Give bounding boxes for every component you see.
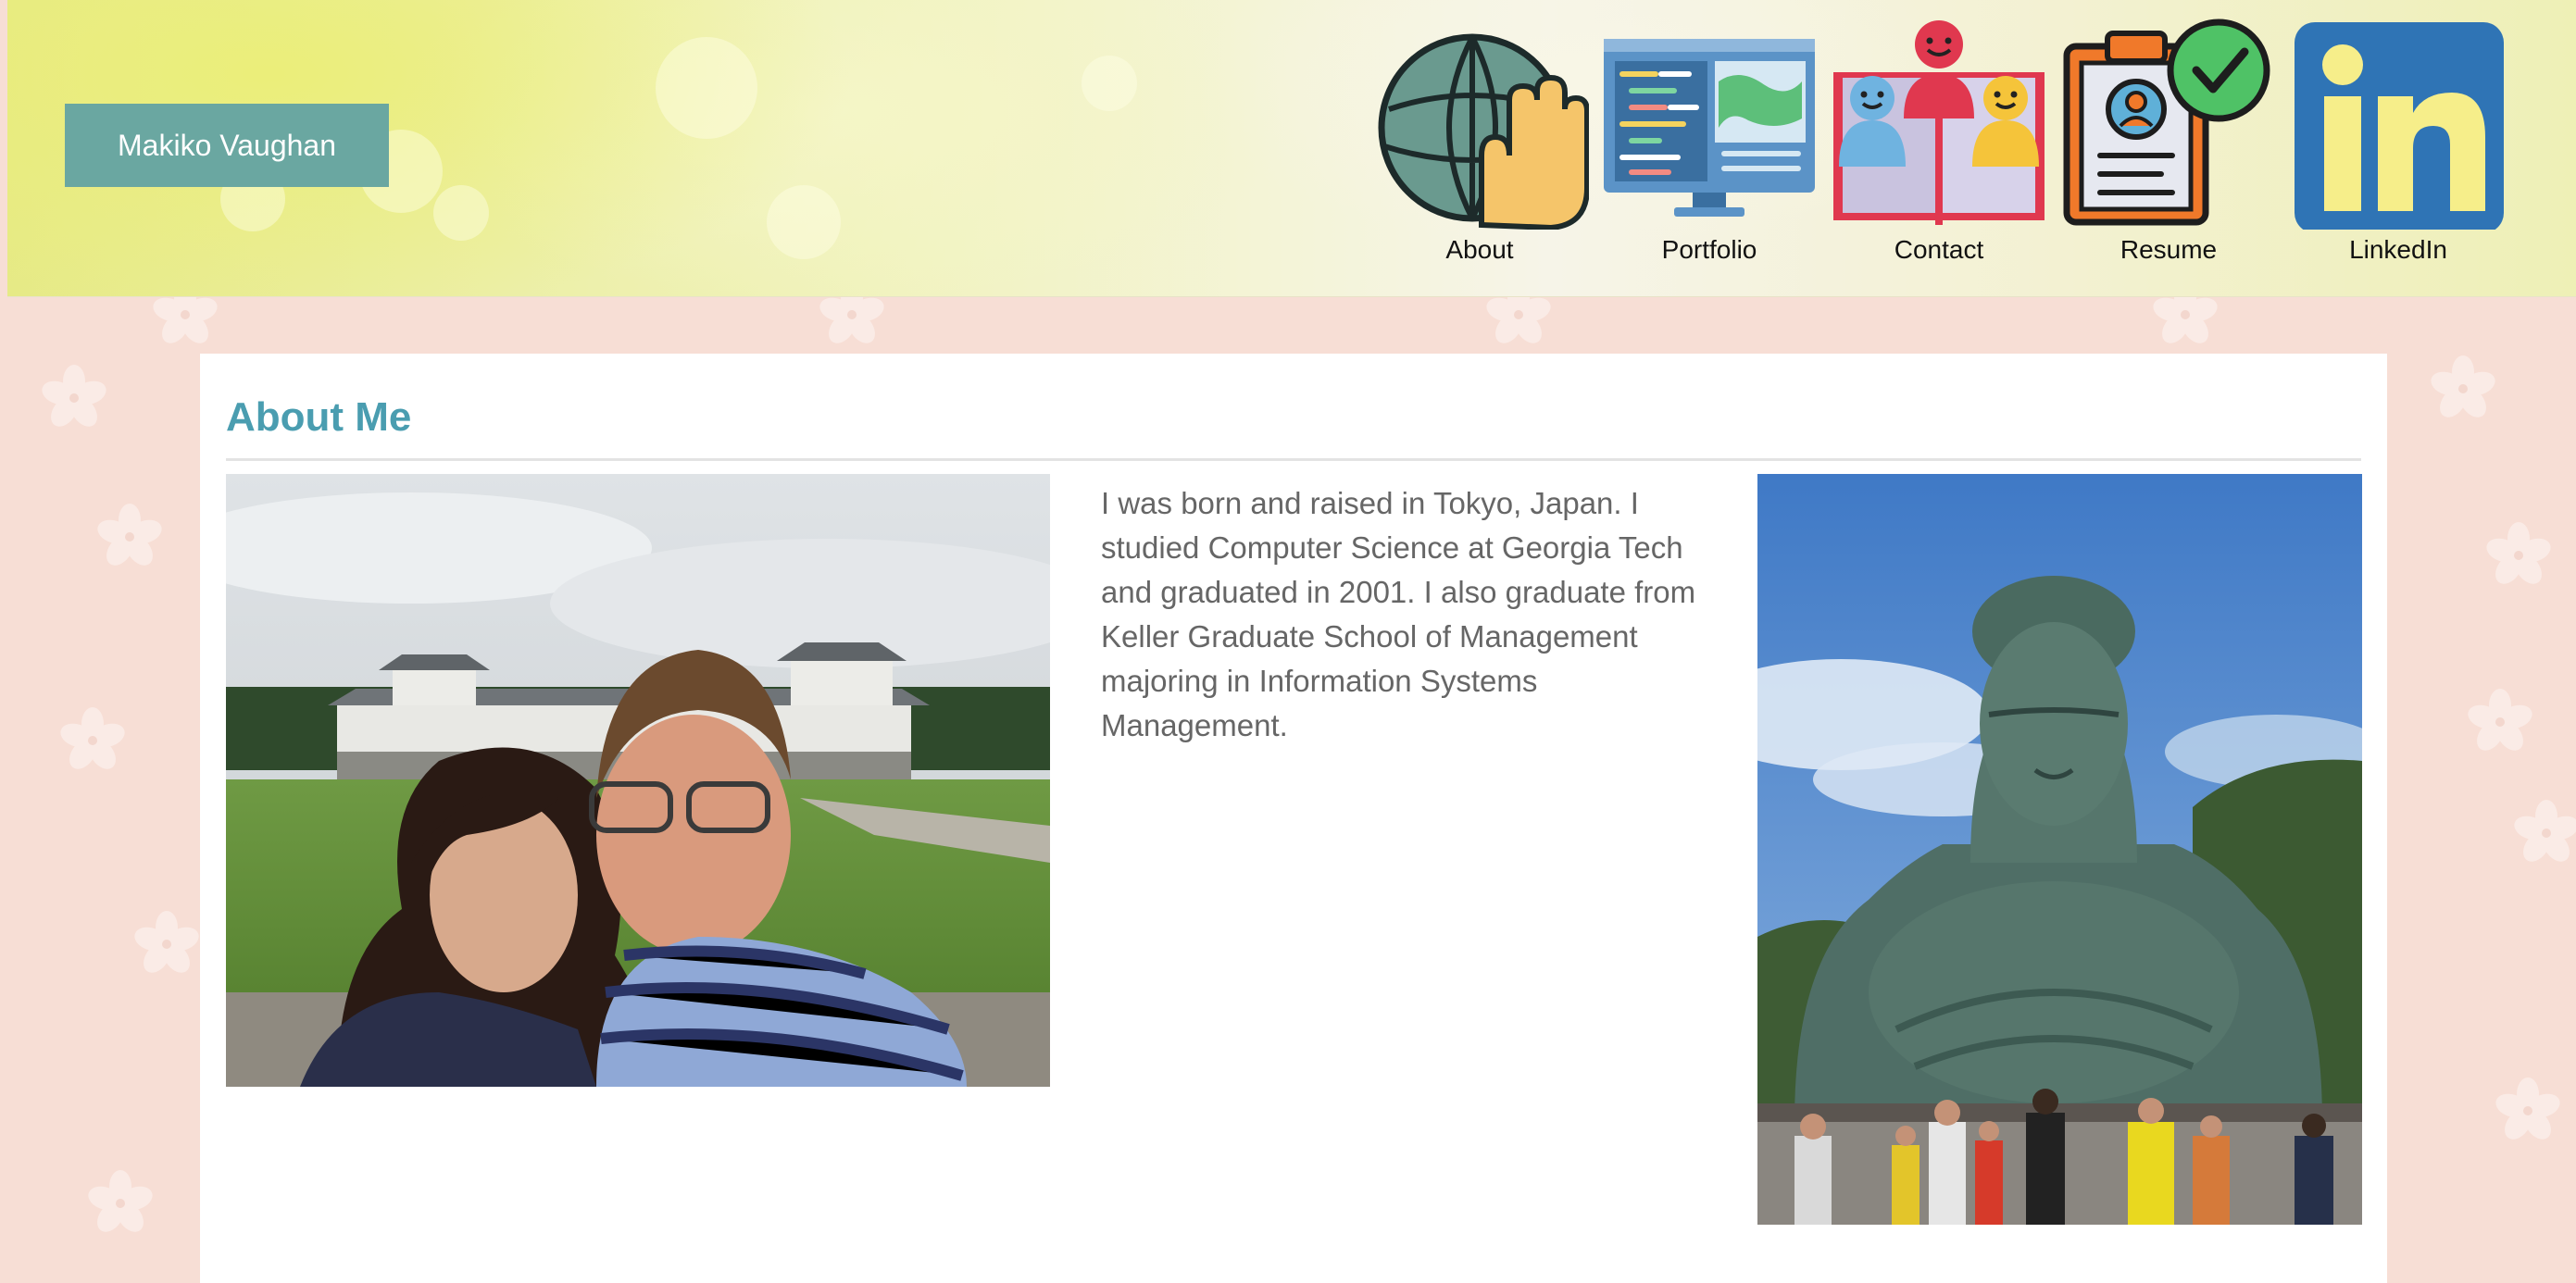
nav-contact[interactable]: Contact xyxy=(1830,17,2048,276)
divider xyxy=(226,458,2361,461)
globe-hand-icon xyxy=(1378,33,1589,230)
people-book-icon xyxy=(1833,20,2045,225)
site-header: Makiko Vaughan About Portfolio Contact R… xyxy=(7,0,2576,297)
nav-linkedin-label: LinkedIn xyxy=(2349,235,2447,264)
code-monitor-icon xyxy=(1604,39,1815,217)
brand-button[interactable]: Makiko Vaughan xyxy=(65,104,389,187)
blossom-icon xyxy=(2468,689,2532,751)
couple-photo xyxy=(226,474,1050,1087)
nav-linkedin[interactable]: LinkedIn xyxy=(2289,17,2507,276)
buddha-photo xyxy=(1757,474,2362,1225)
blossom-icon xyxy=(2486,522,2551,584)
blossom-icon xyxy=(2514,800,2576,862)
blossom-icon xyxy=(97,504,162,566)
linkedin-icon xyxy=(2295,22,2504,230)
blossom-icon xyxy=(134,911,199,973)
nav-about[interactable]: About xyxy=(1370,17,1589,276)
nav-portfolio[interactable]: Portfolio xyxy=(1600,17,1819,276)
bio-text: I was born and raised in Tokyo, Japan. I… xyxy=(1101,486,1696,742)
blossom-icon xyxy=(2431,355,2495,417)
nav-contact-label: Contact xyxy=(1894,235,1984,264)
nav-resume-label: Resume xyxy=(2120,235,2218,264)
blossom-icon xyxy=(60,707,125,769)
blossom-icon xyxy=(2495,1077,2560,1140)
blossom-icon xyxy=(42,365,106,427)
section-title: About Me xyxy=(226,394,412,440)
blossom-icon xyxy=(88,1170,153,1232)
clipboard-check-icon xyxy=(2063,19,2270,226)
about-section: About Me I was born and raised in Tokyo,… xyxy=(200,354,2387,1283)
nav-resume[interactable]: Resume xyxy=(2059,17,2278,276)
nav-about-label: About xyxy=(1445,235,1514,264)
nav-portfolio-label: Portfolio xyxy=(1661,235,1757,264)
